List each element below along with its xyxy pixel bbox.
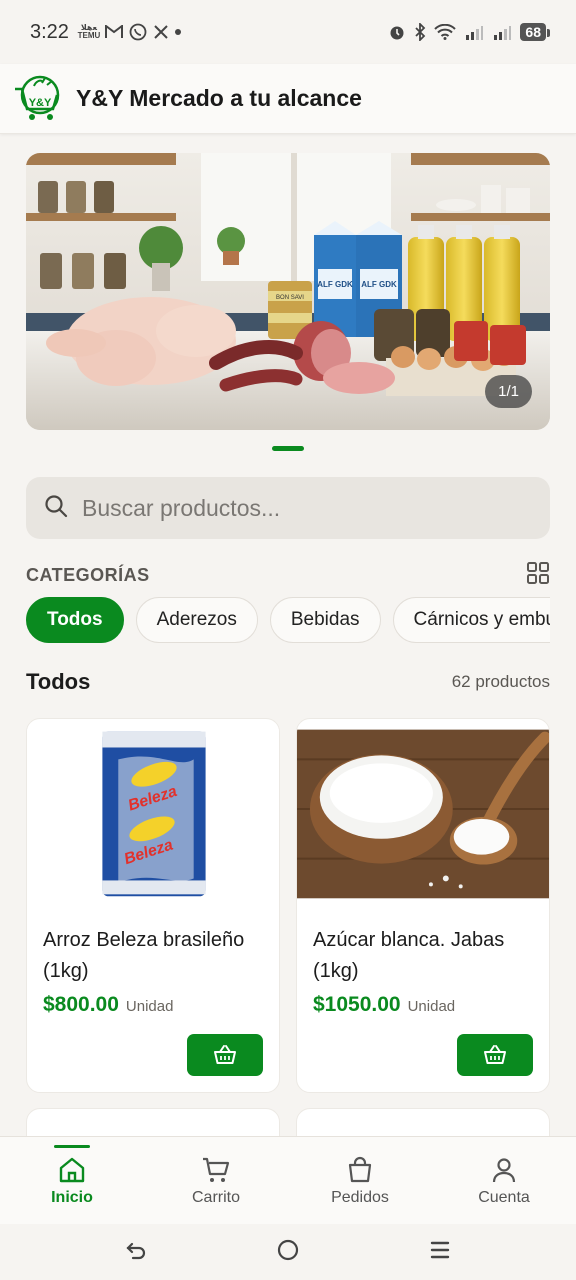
product-card[interactable]: Beleza Beleza Arroz Beleza brasileño (1k… bbox=[26, 718, 280, 1093]
app-title: Y&Y Mercado a tu alcance bbox=[76, 85, 362, 111]
category-chips: Todos Aderezos Bebidas Cárnicos y embuti… bbox=[26, 597, 550, 643]
gmail-icon bbox=[104, 25, 123, 39]
banner-image: BON SAVI ALF GDK ALF GDK bbox=[26, 153, 550, 430]
promo-banner[interactable]: BON SAVI ALF GDK ALF GDK 1/1 bbox=[26, 153, 550, 430]
category-chip-carnicos[interactable]: Cárnicos y embutidos bbox=[392, 597, 550, 643]
product-card[interactable]: Azúcar blanca. Jabas (1kg) $1050.00 Unid… bbox=[296, 718, 550, 1093]
status-bar: 3:22 ﻌﻫﻼ TEMU 68 bbox=[0, 0, 576, 64]
shopping-bag-icon bbox=[348, 1156, 372, 1182]
search-icon bbox=[44, 494, 68, 523]
nav-item-cuenta[interactable]: Cuenta bbox=[432, 1137, 576, 1224]
temu-notification-icon: ﻌﻫﻼ TEMU bbox=[77, 23, 101, 40]
categories-header: CATEGORÍAS bbox=[26, 561, 550, 590]
product-image-sugar bbox=[297, 719, 549, 899]
bottom-navigation: Inicio Carrito Pedidos Cuenta bbox=[0, 1136, 576, 1224]
product-price: $1050.00 bbox=[313, 993, 401, 1016]
home-icon bbox=[59, 1157, 85, 1182]
basket-icon bbox=[484, 1045, 506, 1064]
product-image-rice: Beleza Beleza bbox=[27, 719, 279, 899]
product-unit: Unidad bbox=[407, 998, 456, 1015]
category-chip-bebidas[interactable]: Bebidas bbox=[269, 597, 381, 643]
add-to-cart-button[interactable] bbox=[457, 1034, 533, 1076]
category-chip-aderezos[interactable]: Aderezos bbox=[135, 597, 258, 643]
nav-item-carrito[interactable]: Carrito bbox=[144, 1137, 288, 1224]
recent-apps-icon[interactable] bbox=[428, 1238, 452, 1267]
category-chip-todos[interactable]: Todos bbox=[26, 597, 124, 643]
banner-carton-label-2: ALF GDK bbox=[361, 280, 397, 289]
categories-title: CATEGORÍAS bbox=[26, 565, 150, 585]
grid-view-icon[interactable] bbox=[526, 561, 550, 590]
product-price-row: $1050.00 Unidad bbox=[313, 993, 455, 1017]
product-name: Arroz Beleza brasileño (1kg) bbox=[43, 929, 245, 982]
signal-1-icon bbox=[464, 23, 484, 41]
battery-indicator: 68 bbox=[520, 23, 550, 41]
products-section-header: Todos 62 productos bbox=[26, 669, 550, 695]
alarm-icon bbox=[388, 23, 406, 41]
banner-counter: 1/1 bbox=[485, 375, 532, 408]
product-price-row: $800.00 Unidad bbox=[43, 993, 173, 1017]
product-unit: Unidad bbox=[125, 998, 174, 1015]
status-right: 68 bbox=[388, 23, 550, 41]
bluetooth-icon bbox=[414, 23, 426, 41]
nav-label-pedidos: Pedidos bbox=[331, 1188, 389, 1206]
status-time: 3:22 bbox=[30, 20, 69, 43]
user-icon bbox=[492, 1157, 516, 1182]
cart-icon bbox=[203, 1157, 230, 1182]
nav-label-cuenta: Cuenta bbox=[478, 1188, 530, 1206]
product-name: Azúcar blanca. Jabas (1kg) bbox=[313, 929, 505, 982]
product-price: $800.00 bbox=[43, 993, 119, 1016]
search-input[interactable] bbox=[82, 494, 502, 522]
app-header: Y&Y Y&Y Mercado a tu alcance bbox=[0, 64, 576, 134]
x-app-icon bbox=[153, 24, 169, 40]
section-title: Todos bbox=[26, 669, 91, 694]
nav-label-carrito: Carrito bbox=[191, 1188, 240, 1206]
system-navigation-bar bbox=[0, 1224, 576, 1280]
nav-item-pedidos[interactable]: Pedidos bbox=[288, 1137, 432, 1224]
signal-2-icon bbox=[492, 23, 512, 41]
nav-label-inicio: Inicio bbox=[51, 1188, 93, 1206]
search-bar[interactable] bbox=[26, 477, 550, 539]
whatsapp-icon bbox=[129, 23, 147, 41]
carousel-indicator bbox=[272, 446, 304, 451]
app-logo: Y&Y bbox=[15, 75, 60, 120]
add-to-cart-button[interactable] bbox=[187, 1034, 263, 1076]
home-circle-icon[interactable] bbox=[276, 1238, 300, 1267]
wifi-icon bbox=[434, 24, 457, 40]
nav-item-inicio[interactable]: Inicio bbox=[0, 1137, 144, 1224]
banner-carton-label-1: ALF GDK bbox=[317, 280, 353, 289]
logo-text: Y&Y bbox=[29, 97, 52, 109]
status-left: 3:22 ﻌﻫﻼ TEMU bbox=[30, 21, 181, 44]
product-count: 62 productos bbox=[451, 672, 550, 691]
more-notifications-dot-icon bbox=[174, 29, 181, 35]
back-icon[interactable] bbox=[124, 1238, 148, 1267]
basket-icon bbox=[214, 1045, 236, 1064]
banner-can-label: BON SAVI bbox=[276, 295, 304, 301]
